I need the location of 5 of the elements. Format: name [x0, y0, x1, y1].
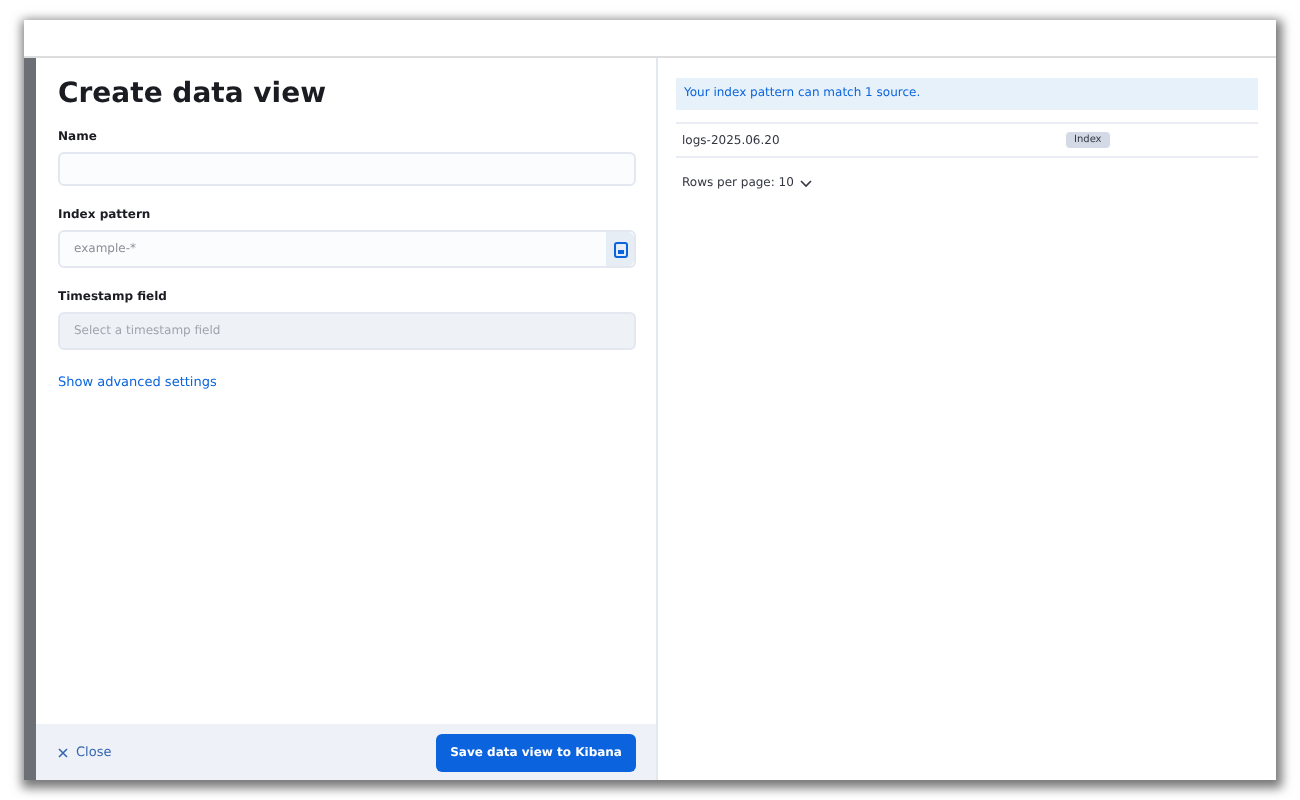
close-icon: [58, 747, 68, 757]
chevron-down-icon: [799, 179, 812, 187]
name-input-field[interactable]: [58, 152, 636, 186]
document-icon[interactable]: [613, 241, 627, 257]
flyout-title: Create data view: [58, 78, 329, 110]
